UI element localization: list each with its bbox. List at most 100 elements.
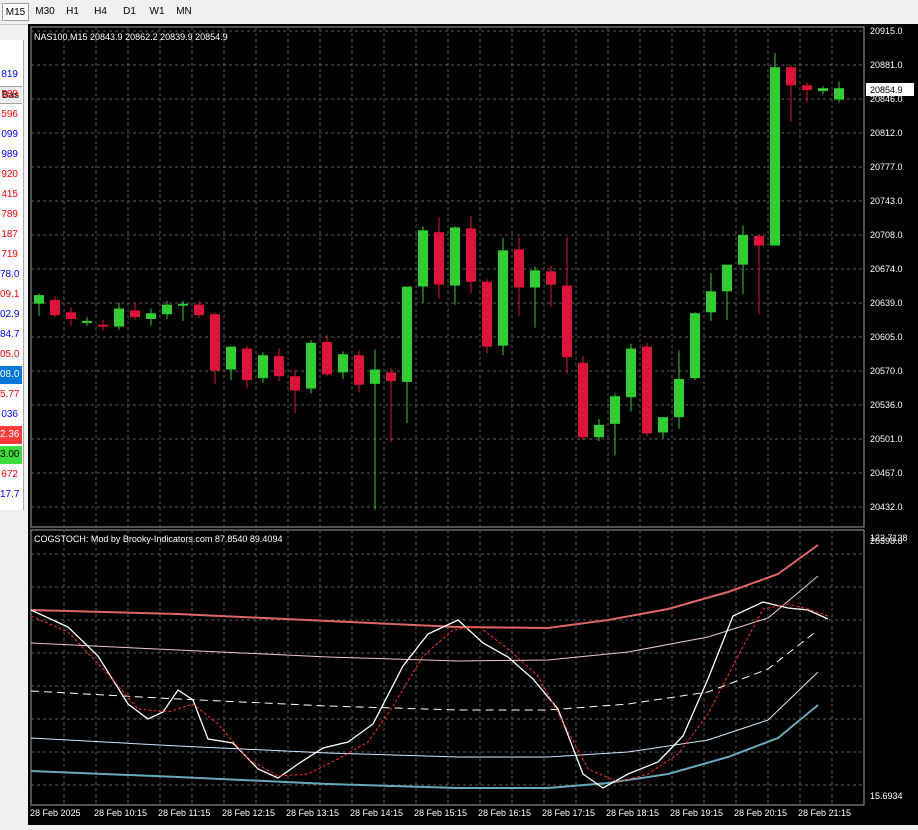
candle-body	[786, 67, 796, 86]
candle-body	[642, 346, 652, 434]
market-watch-cell[interactable]: 08.0	[0, 366, 22, 384]
price-tick-label: 20674.0	[870, 264, 903, 274]
time-tick-label: 28 Feb 21:15	[798, 808, 851, 818]
candle-body	[274, 356, 284, 377]
market-watch-cell[interactable]: 596	[0, 106, 22, 124]
market-watch-cell[interactable]: 589	[0, 86, 22, 104]
main-grid	[31, 27, 864, 527]
candle-body	[770, 67, 780, 246]
price-tick-label: 20536.0	[870, 400, 903, 410]
candle-body	[594, 424, 604, 438]
candle-body	[50, 299, 60, 316]
market-watch-cell[interactable]: 819	[0, 66, 22, 84]
price-tick-label: 20743.0	[870, 196, 903, 206]
time-tick-label: 28 Feb 2025	[30, 808, 81, 818]
market-watch-cell[interactable]: 187	[0, 226, 22, 244]
market-watch-panel: Bas 819 589 596 099 989 920 415 789 187 719 78.0 09…	[0, 40, 24, 510]
price-tick-label: 20639.0	[870, 298, 903, 308]
market-watch-cell[interactable]: 2.36	[0, 426, 22, 444]
candle-body	[802, 85, 812, 91]
time-tick-label: 28 Feb 14:15	[350, 808, 403, 818]
candle-body	[226, 346, 236, 370]
timeframe-m15-button[interactable]: M15	[2, 3, 29, 21]
timeframe-d1-button[interactable]: D1	[117, 3, 142, 21]
candle-body	[562, 285, 572, 358]
time-tick-label: 28 Feb 13:15	[286, 808, 339, 818]
candle-body	[514, 249, 524, 288]
candle-body	[98, 324, 108, 327]
price-tick-label: 20467.0	[870, 468, 903, 478]
market-watch-cell[interactable]: 5.77	[0, 386, 22, 404]
market-watch-cell[interactable]: 3.00	[0, 446, 22, 464]
market-watch-cell[interactable]: 78.0	[0, 266, 22, 284]
price-tick-label: 20777.0	[870, 162, 903, 172]
market-watch-cell[interactable]: 17.7	[0, 486, 22, 504]
candle-body	[722, 264, 732, 292]
market-watch-cell[interactable]: 099	[0, 126, 22, 144]
market-watch-cell[interactable]: 036	[0, 406, 22, 424]
price-tick-label: 20915.0	[870, 26, 903, 36]
candle-body	[818, 88, 828, 92]
market-watch-cell[interactable]: 719	[0, 246, 22, 264]
price-tick-label: 20501.0	[870, 434, 903, 444]
candle-body	[450, 227, 460, 286]
candle-body	[114, 308, 124, 327]
candle-body	[402, 286, 412, 382]
candle-body	[210, 314, 220, 371]
indicator-top-label: 122.7138	[870, 533, 908, 543]
market-watch-cell[interactable]: 989	[0, 146, 22, 164]
price-tick-label: 20570.0	[870, 366, 903, 376]
candle-body	[338, 354, 348, 373]
candle-body	[258, 355, 268, 379]
candle-body	[354, 355, 364, 385]
market-watch-cell[interactable]: 415	[0, 186, 22, 204]
chart-canvas[interactable]: 20915.020881.020846.020812.020777.020743…	[28, 24, 918, 825]
candle-body	[626, 348, 636, 398]
market-watch-cell[interactable]: 920	[0, 166, 22, 184]
candle-body	[498, 250, 508, 346]
candle-body	[418, 230, 428, 287]
time-tick-label: 28 Feb 10:15	[94, 808, 147, 818]
timeframe-w1-button[interactable]: W1	[144, 3, 170, 21]
timeframe-toolbar: M15 M30 H1 H4 D1 W1 MN	[0, 0, 918, 25]
time-tick-label: 28 Feb 12:15	[222, 808, 275, 818]
time-tick-label: 28 Feb 19:15	[670, 808, 723, 818]
market-watch-cell[interactable]: 789	[0, 206, 22, 224]
indicator-grid	[31, 530, 864, 805]
candle-body	[738, 235, 748, 265]
market-watch-cell[interactable]: 672	[0, 466, 22, 484]
candle-body	[290, 376, 300, 391]
current-price-label: 20854.9	[870, 85, 903, 95]
chart-window[interactable]: 20915.0 20881.0 20846.0 20812.0 20777.0 20743…	[28, 24, 918, 825]
candle-body	[242, 348, 252, 381]
cog-lower-band	[30, 704, 819, 789]
indicator-info: COGSTOCH: Mod by Brooky-Indicators.com 8…	[34, 534, 282, 544]
price-tick-label: 20881.0	[870, 60, 903, 70]
candle-body	[146, 313, 156, 319]
timeframe-h4-button[interactable]: H4	[87, 3, 114, 21]
chart-info: NAS100,M15 20843.9 20862.2 20839.9 20854…	[34, 32, 228, 42]
price-axis: 20915.020881.020846.020812.020777.020743…	[870, 26, 903, 546]
time-axis: 28 Feb 2025 28 Feb 10:15 28 Feb 11:15 28 Fe…	[30, 808, 851, 818]
time-tick-label: 28 Feb 17:15	[542, 808, 595, 818]
cog-lower-mid	[30, 671, 819, 758]
timeframe-h1-button[interactable]: H1	[60, 3, 85, 21]
market-watch-cell[interactable]: 02.9	[0, 306, 22, 324]
timeframe-m30-button[interactable]: M30	[32, 3, 58, 21]
candle-body	[322, 341, 332, 375]
market-watch-cell[interactable]: 09.1	[0, 286, 22, 304]
candle-body	[82, 320, 92, 323]
cog-upper-mid	[30, 575, 819, 662]
time-tick-label: 28 Feb 18:15	[606, 808, 659, 818]
candle-body	[578, 362, 588, 438]
candle-body	[162, 304, 172, 315]
candle-body	[706, 291, 716, 313]
candle-body	[690, 313, 700, 379]
market-watch-cell[interactable]: 84.7	[0, 326, 22, 344]
time-tick-label: 28 Feb 11:15	[158, 808, 210, 818]
time-tick-label: 28 Feb 16:15	[478, 808, 531, 818]
timeframe-mn-button[interactable]: MN	[172, 3, 196, 21]
market-watch-cell[interactable]: 05.0	[0, 346, 22, 364]
price-tick-label: 20432.0	[870, 502, 903, 512]
candles	[34, 52, 844, 510]
